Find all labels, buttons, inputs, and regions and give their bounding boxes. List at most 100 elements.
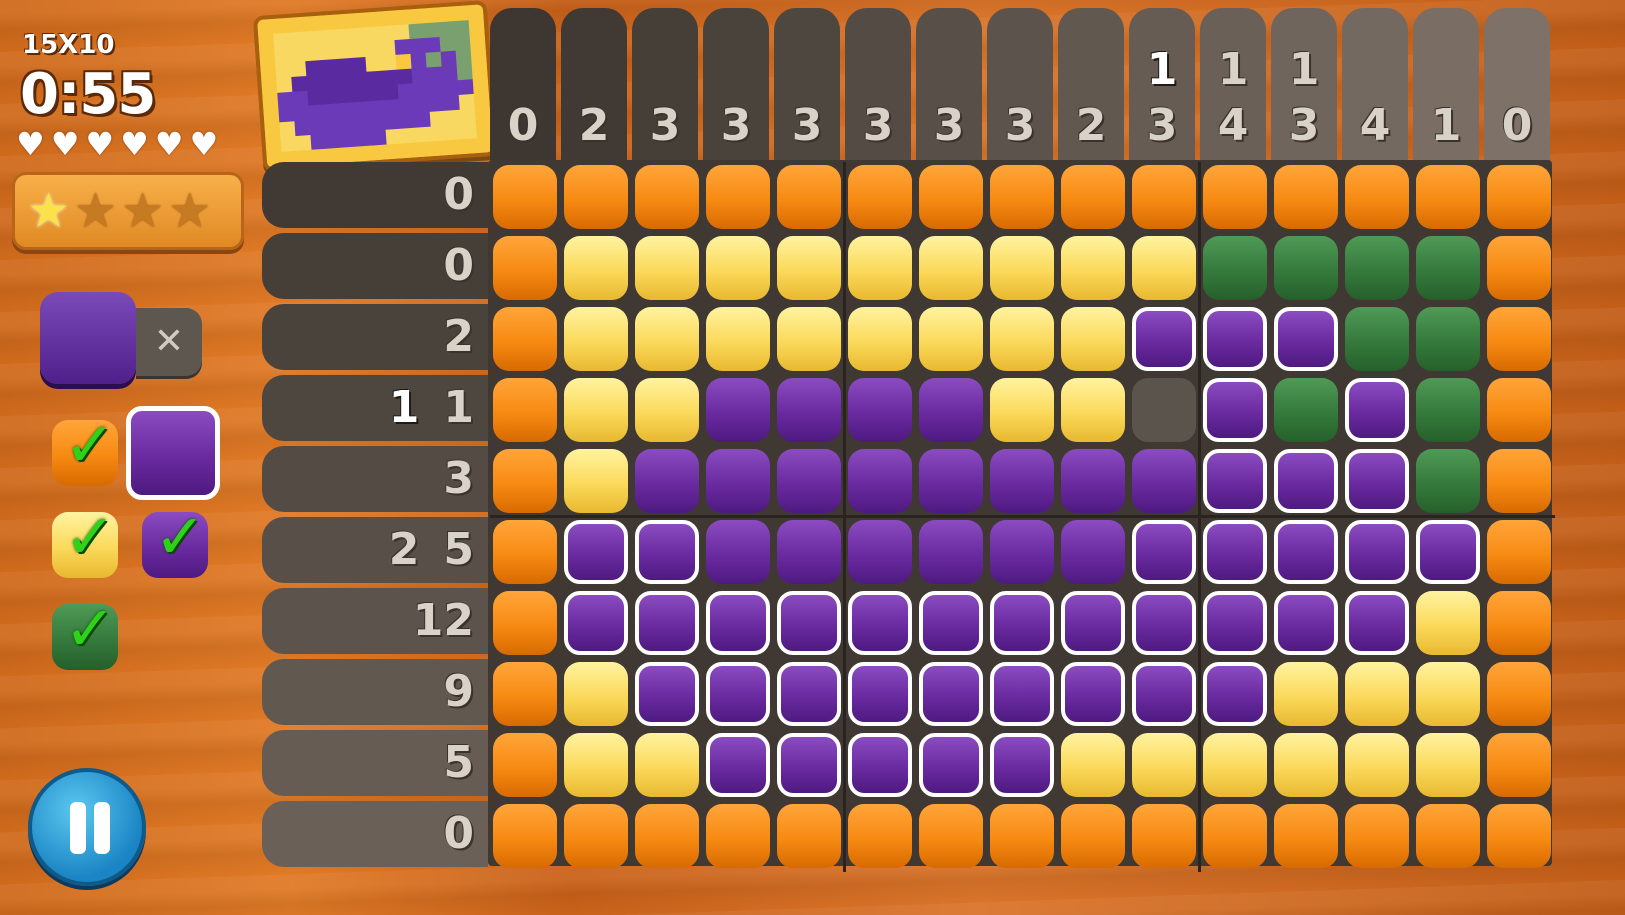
- grid-cell[interactable]: [1345, 662, 1409, 726]
- grid-cell[interactable]: [1132, 520, 1196, 584]
- grid-cell[interactable]: [919, 733, 983, 797]
- palette-purple-selected[interactable]: [126, 406, 220, 500]
- grid-cell[interactable]: [706, 307, 770, 371]
- grid-cell[interactable]: [493, 307, 557, 371]
- grid-cell[interactable]: [635, 165, 699, 229]
- grid-cell[interactable]: [1061, 307, 1125, 371]
- grid-cell[interactable]: [1132, 662, 1196, 726]
- grid-cell[interactable]: [1487, 378, 1551, 442]
- grid-cell[interactable]: [990, 236, 1054, 300]
- grid-cell[interactable]: [635, 378, 699, 442]
- grid-cell[interactable]: [1274, 662, 1338, 726]
- grid-cell[interactable]: [1203, 733, 1267, 797]
- grid-cell[interactable]: [777, 591, 841, 655]
- grid-cell[interactable]: [777, 662, 841, 726]
- pause-button[interactable]: [28, 768, 146, 886]
- grid-cell[interactable]: [990, 378, 1054, 442]
- clear-mark-button[interactable]: ✕: [136, 308, 202, 376]
- grid-cell[interactable]: [1345, 378, 1409, 442]
- grid-cell[interactable]: [848, 804, 912, 868]
- grid-cell[interactable]: [635, 449, 699, 513]
- grid-cell[interactable]: [635, 591, 699, 655]
- grid-cell[interactable]: [564, 236, 628, 300]
- grid-cell[interactable]: [848, 520, 912, 584]
- grid-cell[interactable]: [1416, 165, 1480, 229]
- grid-cell[interactable]: [990, 165, 1054, 229]
- grid-cell[interactable]: [635, 236, 699, 300]
- grid-cell[interactable]: [919, 662, 983, 726]
- grid-cell[interactable]: [1132, 449, 1196, 513]
- grid-cell[interactable]: [1203, 520, 1267, 584]
- grid-cell[interactable]: [1132, 307, 1196, 371]
- grid-cell[interactable]: [919, 165, 983, 229]
- grid-cell[interactable]: [1203, 307, 1267, 371]
- grid-cell[interactable]: [493, 165, 557, 229]
- grid-cell[interactable]: [706, 520, 770, 584]
- grid-cell[interactable]: [777, 236, 841, 300]
- grid-cell[interactable]: [1416, 307, 1480, 371]
- grid-cell[interactable]: [564, 804, 628, 868]
- grid-cell[interactable]: [706, 662, 770, 726]
- grid-cell[interactable]: [1203, 165, 1267, 229]
- grid-cell[interactable]: [777, 804, 841, 868]
- grid-cell[interactable]: [706, 804, 770, 868]
- grid-cell[interactable]: [1132, 591, 1196, 655]
- grid-cell[interactable]: [1274, 236, 1338, 300]
- grid-cell[interactable]: [564, 733, 628, 797]
- grid-cell[interactable]: [1203, 236, 1267, 300]
- grid-cell[interactable]: [1274, 520, 1338, 584]
- grid-cell[interactable]: [1487, 733, 1551, 797]
- grid-cell[interactable]: [1203, 378, 1267, 442]
- grid-cell[interactable]: [1132, 804, 1196, 868]
- grid-cell[interactable]: [1061, 662, 1125, 726]
- grid-cell[interactable]: [564, 449, 628, 513]
- grid-cell[interactable]: [1274, 733, 1338, 797]
- grid-cell[interactable]: [777, 378, 841, 442]
- grid-cell[interactable]: [990, 307, 1054, 371]
- grid-cell[interactable]: [777, 449, 841, 513]
- grid-cell[interactable]: [706, 449, 770, 513]
- grid-cell[interactable]: [848, 591, 912, 655]
- grid-cell[interactable]: [777, 520, 841, 584]
- grid-cell[interactable]: [990, 804, 1054, 868]
- grid-cell[interactable]: [1345, 165, 1409, 229]
- grid-cell[interactable]: [1487, 662, 1551, 726]
- grid-cell[interactable]: [1416, 662, 1480, 726]
- grid-cell[interactable]: [564, 662, 628, 726]
- grid-cell[interactable]: [564, 378, 628, 442]
- grid-cell[interactable]: [848, 236, 912, 300]
- grid-cell[interactable]: [1345, 804, 1409, 868]
- grid-cell[interactable]: [564, 591, 628, 655]
- grid-cell[interactable]: [1416, 591, 1480, 655]
- grid-cell[interactable]: [1345, 449, 1409, 513]
- grid-cell[interactable]: [919, 520, 983, 584]
- grid-cell[interactable]: [1487, 520, 1551, 584]
- grid-cell[interactable]: [493, 378, 557, 442]
- grid-cell[interactable]: [990, 733, 1054, 797]
- grid-cell[interactable]: [848, 307, 912, 371]
- grid-cell[interactable]: [1061, 733, 1125, 797]
- grid-cell[interactable]: [848, 733, 912, 797]
- grid-cell[interactable]: [1345, 520, 1409, 584]
- grid-cell[interactable]: [1274, 449, 1338, 513]
- grid-cell[interactable]: [1487, 236, 1551, 300]
- grid-cell[interactable]: [1274, 804, 1338, 868]
- grid-cell[interactable]: [1203, 591, 1267, 655]
- grid-cell[interactable]: [1132, 378, 1196, 442]
- grid-cell[interactable]: [1061, 804, 1125, 868]
- grid-cell[interactable]: [848, 165, 912, 229]
- grid-cell[interactable]: [1487, 804, 1551, 868]
- grid-cell[interactable]: [1345, 307, 1409, 371]
- grid-cell[interactable]: [1487, 591, 1551, 655]
- grid-cell[interactable]: [706, 733, 770, 797]
- grid-cell[interactable]: [919, 591, 983, 655]
- grid-cell[interactable]: [564, 307, 628, 371]
- grid-cell[interactable]: [635, 662, 699, 726]
- grid-cell[interactable]: [1416, 520, 1480, 584]
- grid-cell[interactable]: [564, 520, 628, 584]
- grid-cell[interactable]: [493, 591, 557, 655]
- grid-cell[interactable]: [1203, 662, 1267, 726]
- grid-cell[interactable]: [1345, 733, 1409, 797]
- grid-cell[interactable]: [1416, 449, 1480, 513]
- grid-cell[interactable]: [1487, 307, 1551, 371]
